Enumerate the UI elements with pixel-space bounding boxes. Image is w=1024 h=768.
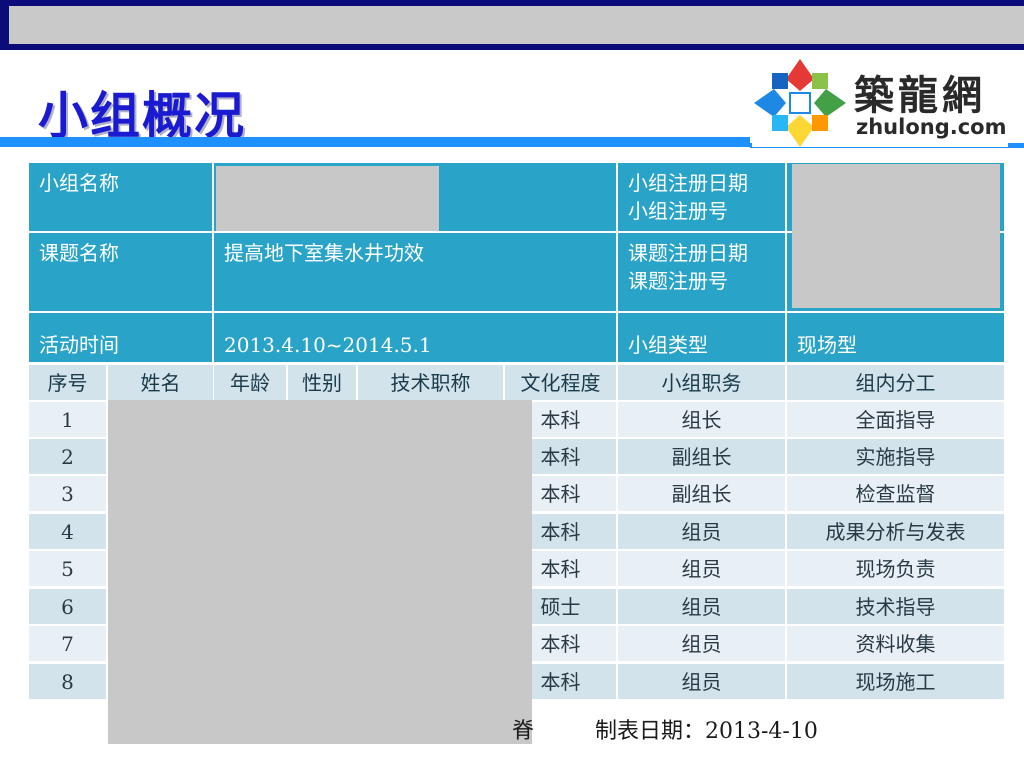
row-no: 6 [29,589,106,624]
footer-partial-text: 脊 [512,719,535,744]
topic-reg-no-label: 课题注册号 [628,269,728,293]
row-duty: 现场施工 [787,664,1004,699]
row-no: 1 [29,402,106,437]
row-role: 组员 [618,514,785,549]
row-no: 5 [29,551,106,586]
header-role: 小组职务 [618,365,785,400]
logo-mark-icon [754,59,846,147]
row-duty: 检查监督 [787,476,1004,511]
row-no: 4 [29,514,106,549]
zhulong-logo: 築龍網 zhulong.com [752,57,1008,147]
row-role: 副组长 [618,439,785,474]
top-banner [0,0,1024,50]
activity-label: 活动时间 [29,313,212,362]
row-no: 7 [29,626,106,661]
redacted-group-name [216,166,439,231]
row-role: 组员 [618,551,785,586]
footer-date: 制表日期：2013-4-10 [595,719,818,744]
row-role: 组员 [618,589,785,624]
row-role: 组员 [618,626,785,661]
row-no: 2 [29,439,106,474]
topic-reg-date-label: 课题注册日期 [628,241,748,265]
title-underline [0,137,750,147]
row-role: 组员 [618,664,785,699]
header-title: 技术职称 [358,365,503,400]
activity-value: 2013.4.10~2014.5.1 [214,313,616,362]
top-banner-inner [9,6,1024,44]
type-value: 现场型 [787,313,1004,362]
header-education: 文化程度 [505,365,616,400]
row-duty: 技术指导 [787,589,1004,624]
logo-chinese-text: 築龍網 [854,73,986,119]
header-no: 序号 [29,365,106,400]
redacted-member-details [108,400,532,744]
group-reg-date-label: 小组注册日期 [628,171,748,195]
type-label: 小组类型 [618,313,785,362]
row-role: 组长 [618,402,785,437]
group-reg-no-label: 小组注册号 [628,199,728,223]
group-name-label: 小组名称 [29,163,212,231]
redacted-registration [792,164,1000,308]
row-role: 副组长 [618,476,785,511]
logo-english-text: zhulong.com [856,115,1007,139]
row-duty: 全面指导 [787,402,1004,437]
topic-reg-label: 课题注册日期 课题注册号 [618,233,785,311]
row-duty: 实施指导 [787,439,1004,474]
row-duty: 现场负责 [787,551,1004,586]
row-no: 3 [29,476,106,511]
group-reg-label: 小组注册日期 小组注册号 [618,163,785,231]
row-no: 8 [29,664,106,699]
header-duty: 组内分工 [787,365,1004,400]
row-duty: 成果分析与发表 [787,514,1004,549]
row-duty: 资料收集 [787,626,1004,661]
header-age: 年龄 [214,365,286,400]
topic-label: 课题名称 [29,233,212,311]
header-gender: 性别 [288,365,356,400]
header-name: 姓名 [108,365,213,400]
topic-value: 提高地下室集水井功效 [214,233,616,311]
